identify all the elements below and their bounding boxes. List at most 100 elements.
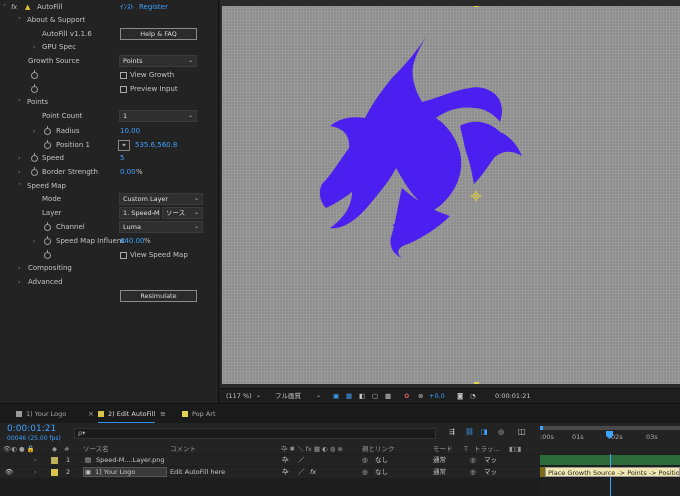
camera-icon[interactable]: ◙ — [457, 389, 463, 403]
region-of-interest-icon[interactable]: ▣ — [333, 389, 339, 403]
layer-source-dropdown[interactable]: ソース ⌄ — [162, 207, 203, 219]
chevron-down-icon[interactable]: ⌄ — [256, 389, 261, 403]
register-link[interactable]: Register — [139, 1, 168, 14]
chevron-right-icon[interactable]: › — [33, 41, 35, 54]
position-point-marker[interactable] — [470, 190, 482, 202]
stopwatch-icon[interactable] — [44, 236, 51, 245]
color-channel-icon[interactable]: ✿ — [404, 389, 409, 403]
graph-editor-icon[interactable]: ◎ — [498, 428, 504, 436]
shy-switch-icon[interactable]: 卆 — [282, 455, 289, 466]
resolution-dropdown[interactable]: フル画質 — [275, 389, 301, 403]
influence-value[interactable]: 640.00 — [120, 235, 145, 248]
effect-header-row[interactable]: ˅ fx ▲ AutoFill ｲﾝｽﾄ Register — [0, 1, 218, 14]
fx-badge[interactable]: fx — [11, 1, 17, 14]
shy-switch-icon[interactable]: 卆 — [282, 467, 289, 478]
label-color-swatch[interactable] — [51, 457, 58, 464]
canvas-bottom-handle[interactable] — [474, 382, 479, 384]
col-comment[interactable]: コメント — [170, 445, 196, 454]
stopwatch-icon[interactable] — [44, 250, 51, 259]
parent-pickwhip-icon[interactable]: ◎ — [362, 455, 368, 466]
menu-icon[interactable]: ≡ — [160, 404, 166, 424]
layer-row[interactable]: 👁 › 2 1] Your Logo ▣ Edit AutoFill here … — [0, 467, 540, 478]
chevron-right-icon[interactable]: › — [33, 235, 35, 248]
parent-dropdown[interactable]: なし — [375, 455, 388, 466]
channel-dropdown[interactable]: Luma ⌄ — [119, 221, 203, 233]
gpu-row[interactable]: › GPU Spec — [0, 41, 218, 54]
stopwatch-icon[interactable] — [31, 167, 38, 176]
grid-icon[interactable]: ▩ — [385, 389, 391, 403]
stopwatch-icon[interactable] — [31, 153, 38, 162]
help-faq-button[interactable]: Help & FAQ — [120, 28, 197, 40]
resimulate-button[interactable]: Resimulate — [120, 290, 197, 302]
layer-name[interactable]: 1] Your Logo — [83, 467, 167, 477]
advanced-row[interactable]: › Advanced — [0, 276, 218, 289]
show-snapshot-icon[interactable]: ◔ — [470, 389, 476, 403]
canvas-top-handle[interactable] — [474, 6, 479, 7]
guide-icon[interactable]: ▢ — [372, 389, 378, 403]
quality-switch-icon[interactable]: ／ — [298, 467, 305, 478]
label-color-swatch[interactable] — [51, 469, 58, 476]
growth-source-dropdown[interactable]: Points ⌄ — [119, 55, 197, 67]
chevron-down-icon[interactable]: ˅ — [18, 96, 21, 109]
view-speed-map-checkbox[interactable] — [120, 252, 127, 259]
chevron-right-icon[interactable]: › — [18, 152, 20, 165]
col-source-name[interactable]: ソース名 — [83, 445, 109, 454]
chevron-down-icon[interactable]: ˅ — [18, 14, 21, 27]
stopwatch-icon[interactable] — [31, 70, 38, 79]
chevron-right-icon[interactable]: › — [34, 455, 37, 466]
tab-pop-art[interactable]: Pop Art — [182, 404, 216, 424]
chevron-right-icon[interactable]: › — [18, 262, 20, 275]
time-ruler[interactable]: :00s 01s 02s 03s — [540, 423, 680, 454]
position-value[interactable]: 535.6,560.8 — [135, 139, 177, 152]
col-parent[interactable]: 親とリンク — [362, 445, 395, 454]
motion-blur-icon[interactable]: ◨ — [481, 428, 488, 436]
stopwatch-icon[interactable] — [44, 222, 51, 231]
radius-value[interactable]: 10.00 — [120, 125, 140, 138]
chevron-down-icon[interactable]: ˅ — [3, 1, 6, 14]
install-link[interactable]: ｲﾝｽﾄ — [120, 1, 134, 14]
chevron-down-icon[interactable]: ˅ — [18, 180, 21, 193]
view-growth-checkbox[interactable] — [120, 72, 127, 79]
chevron-right-icon[interactable]: › — [18, 166, 20, 179]
tab-your-logo[interactable]: 1) Your Logo — [16, 404, 66, 424]
exposure-value[interactable]: +0.0 — [429, 389, 445, 403]
points-group-row[interactable]: ˅ Points — [0, 96, 218, 109]
mode-dropdown[interactable]: 通常 — [433, 455, 446, 466]
col-mode[interactable]: モード — [433, 445, 453, 454]
shy-icon[interactable]: ⇶ — [449, 428, 455, 436]
mask-visibility-icon[interactable]: ◧ — [359, 389, 365, 403]
layer-comment[interactable]: Edit AutoFill here — [170, 467, 225, 478]
zoom-dropdown[interactable]: (117 %) — [226, 389, 252, 403]
mode-dropdown[interactable]: 通常 — [433, 467, 446, 478]
viewer-timecode[interactable]: 0:00:01:21 — [495, 389, 531, 403]
stopwatch-icon[interactable] — [44, 140, 51, 149]
chevron-right-icon[interactable]: › — [33, 125, 35, 138]
layer-dropdown[interactable]: 1. Speed-M ⌄ — [119, 207, 160, 219]
close-icon[interactable]: × — [88, 404, 94, 424]
chevron-right-icon[interactable]: › — [34, 467, 37, 478]
tab-edit-autofill[interactable]: 2) Edit AutoFill — [98, 404, 156, 424]
track-matte-dropdown[interactable]: マッ — [484, 467, 497, 478]
compositing-row[interactable]: › Compositing — [0, 262, 218, 275]
preview-input-checkbox[interactable] — [120, 86, 127, 93]
parent-pickwhip-icon[interactable]: ◎ — [362, 467, 368, 478]
layer-row[interactable]: › 1 ▤ Speed-M....Layer.png 卆 ／ ◎ なし 通常 ◎… — [0, 455, 540, 466]
timeline-search-input[interactable]: ρ▾ — [74, 428, 436, 439]
about-group-row[interactable]: ˅ About & Support — [0, 14, 218, 27]
mode-dropdown[interactable]: Custom Layer ⌄ — [119, 193, 203, 205]
layer-name[interactable]: Speed-M....Layer.png — [96, 455, 165, 466]
speed-value[interactable]: 5 — [120, 152, 124, 165]
stopwatch-icon[interactable] — [44, 126, 51, 135]
work-area-bar[interactable] — [540, 426, 680, 430]
chevron-right-icon[interactable]: › — [18, 276, 20, 289]
eye-icon[interactable]: 👁 — [5, 467, 13, 478]
comp-flowchart-icon[interactable]: ◫ — [518, 427, 526, 436]
fx-switch-icon[interactable]: fx — [310, 467, 316, 478]
work-area-start-handle[interactable] — [540, 426, 543, 430]
border-strength-value[interactable]: 0.00 — [120, 166, 136, 179]
stopwatch-icon[interactable] — [31, 84, 38, 93]
track-matte-dropdown[interactable]: マッ — [484, 455, 497, 466]
transparency-grid-icon[interactable]: ▦ — [346, 389, 352, 403]
col-t[interactable]: T — [464, 445, 468, 454]
track-matte-icon[interactable]: ◎ — [470, 455, 476, 466]
